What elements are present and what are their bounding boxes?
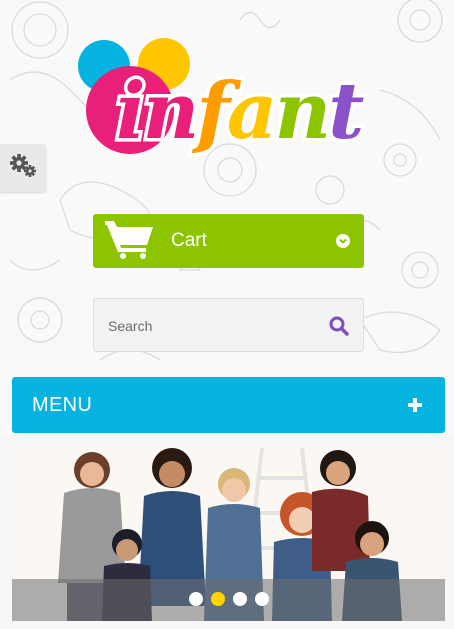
logo-letter-n: n <box>143 66 197 157</box>
logo-letter-n2: n <box>274 66 328 157</box>
chevron-down-circle-icon[interactable] <box>336 234 350 248</box>
hero-slider[interactable] <box>12 448 445 621</box>
search-input[interactable] <box>106 299 320 353</box>
logo-letter-t: t <box>328 66 364 157</box>
shopping-cart-icon <box>105 219 155 264</box>
cart-label: Cart <box>171 230 207 251</box>
logo-letter-a: a <box>227 66 275 157</box>
search-box <box>93 298 364 353</box>
slider-dot-1[interactable] <box>188 592 203 606</box>
slider-pagination <box>12 592 445 606</box>
settings-toggle[interactable] <box>0 144 46 192</box>
gears-icon <box>9 153 37 184</box>
search-icon[interactable] <box>329 316 349 341</box>
logo-text: infant <box>116 66 364 157</box>
slider-dot-2[interactable] <box>210 592 225 606</box>
menu-label: MENU <box>32 393 93 416</box>
plus-icon[interactable] <box>407 397 423 413</box>
infant-logo[interactable]: infant <box>78 34 371 164</box>
slider-dot-3[interactable] <box>232 592 247 606</box>
menu-toggle[interactable]: MENU <box>12 377 445 433</box>
logo-letter-i: i <box>116 66 143 157</box>
slider-dot-4[interactable] <box>254 592 269 606</box>
cart-button[interactable]: Cart <box>93 214 364 268</box>
